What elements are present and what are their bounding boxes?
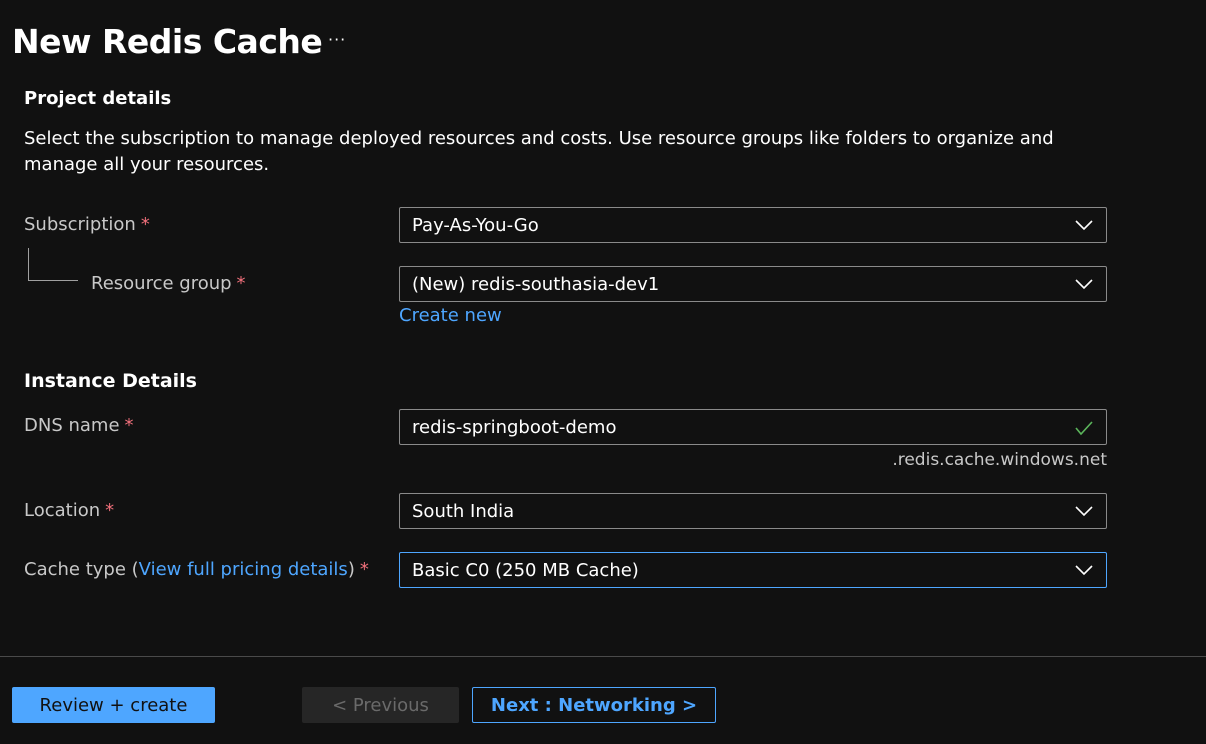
more-options-icon[interactable]: ···	[328, 30, 346, 49]
cache-type-label-prefix: Cache type (	[24, 559, 139, 580]
previous-button[interactable]: < Previous	[302, 687, 459, 723]
cache-type-label: Cache type (View full pricing details) *	[24, 559, 369, 580]
location-value: South India	[412, 501, 515, 522]
chevron-down-icon	[1075, 279, 1093, 290]
dns-suffix: .redis.cache.windows.net	[892, 450, 1107, 470]
cache-type-value: Basic C0 (250 MB Cache)	[412, 560, 639, 581]
page-title: New Redis Cache	[12, 22, 323, 61]
required-marker: *	[124, 415, 134, 436]
dns-name-input[interactable]: redis-springboot-demo	[399, 409, 1107, 445]
resource-group-value: (New) redis-southasia-dev1	[412, 274, 660, 295]
chevron-down-icon	[1075, 565, 1093, 576]
checkmark-icon	[1075, 421, 1093, 436]
subscription-label-text: Subscription	[24, 214, 136, 235]
subscription-label: Subscription *	[24, 214, 150, 235]
chevron-down-icon	[1075, 220, 1093, 231]
page: New Redis Cache ··· Project details Sele…	[0, 0, 1206, 744]
project-details-description: Select the subscription to manage deploy…	[24, 128, 1054, 175]
tree-connector	[28, 248, 78, 281]
location-label-text: Location	[24, 500, 101, 521]
dns-name-label: DNS name *	[24, 415, 134, 436]
chevron-down-icon	[1075, 506, 1093, 517]
required-marker: *	[140, 214, 150, 235]
instance-details-heading: Instance Details	[24, 370, 197, 392]
pricing-details-link[interactable]: View full pricing details	[139, 559, 348, 580]
cache-type-dropdown[interactable]: Basic C0 (250 MB Cache)	[399, 552, 1107, 588]
resource-group-label-text: Resource group	[91, 273, 232, 294]
resource-group-dropdown[interactable]: (New) redis-southasia-dev1	[399, 266, 1107, 302]
project-details-heading: Project details	[24, 88, 172, 108]
subscription-dropdown[interactable]: Pay-As-You-Go	[399, 207, 1107, 243]
project-details-heading-clipped: Project details	[24, 82, 224, 108]
required-marker: *	[359, 559, 369, 580]
resource-group-label: Resource group *	[91, 273, 246, 294]
location-dropdown[interactable]: South India	[399, 493, 1107, 529]
review-create-button[interactable]: Review + create	[12, 687, 215, 723]
cache-type-label-suffix: )	[347, 559, 355, 580]
next-networking-button[interactable]: Next : Networking >	[472, 687, 716, 723]
footer-divider	[0, 656, 1206, 657]
location-label: Location *	[24, 500, 114, 521]
required-marker: *	[236, 273, 246, 294]
required-marker: *	[105, 500, 115, 521]
dns-name-label-text: DNS name	[24, 415, 120, 436]
dns-name-value: redis-springboot-demo	[412, 417, 617, 438]
subscription-value: Pay-As-You-Go	[412, 215, 539, 236]
create-new-link[interactable]: Create new	[399, 305, 502, 326]
